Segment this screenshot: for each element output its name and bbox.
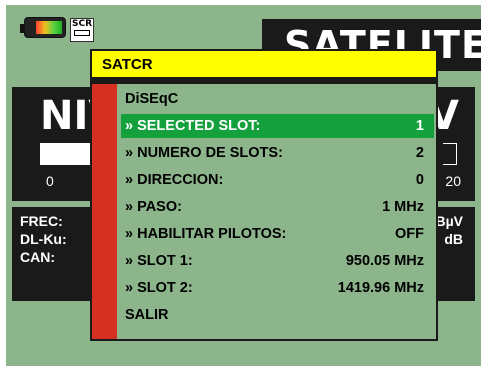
menu-item-label: SALIR xyxy=(125,307,169,323)
freq-label: FREC: xyxy=(20,213,63,229)
menu-item-value: 1 xyxy=(415,118,424,134)
menu-item-diseqc[interactable]: DiSEqC xyxy=(121,87,434,111)
scale-max-label: 20 xyxy=(445,173,461,189)
menu-item-value: 2 xyxy=(415,145,424,161)
menu-item-label: » SELECTED SLOT: xyxy=(125,118,261,134)
menu-item-slot-1[interactable]: » SLOT 1: 950.05 MHz xyxy=(121,249,434,273)
menu-item-salir[interactable]: SALIR xyxy=(121,303,434,327)
menu-item-value: OFF xyxy=(395,226,424,242)
scr-indicator: SCR xyxy=(70,18,94,42)
menu-item-paso[interactable]: » PASO: 1 MHz xyxy=(121,195,434,219)
scale-min-label: 0 xyxy=(46,173,54,189)
menu-item-habilitar-pilotos[interactable]: » HABILITAR PILOTOS: OFF xyxy=(121,222,434,246)
menu-item-label: DiSEqC xyxy=(125,91,179,107)
menu-item-value: 0 xyxy=(415,172,424,188)
menu-item-value: 1 MHz xyxy=(382,199,424,215)
instrument-screen: SCR SATELITE NIV V 0 20 FREC: DL-Ku: CAN… xyxy=(6,5,481,366)
scr-label: SCR xyxy=(71,19,93,29)
menu-item-direccion[interactable]: » DIRECCION: 0 xyxy=(121,168,434,192)
battery-icon xyxy=(20,17,66,38)
channel-label: CAN: xyxy=(20,249,55,265)
scr-port-icon xyxy=(74,30,90,36)
menu-item-selected-slot[interactable]: » SELECTED SLOT: 1 xyxy=(121,114,434,138)
menu-item-label: » SLOT 2: xyxy=(125,280,193,296)
dl-ku-label: DL-Ku: xyxy=(20,231,67,247)
menu-title: SATCR xyxy=(92,51,436,79)
menu-body: DiSEqC » SELECTED SLOT: 1 » NUMERO DE SL… xyxy=(92,84,436,339)
menu-item-label: » HABILITAR PILOTOS: xyxy=(125,226,287,242)
satcr-menu: SATCR DiSEqC » SELECTED SLOT: 1 » NUMERO… xyxy=(90,49,438,341)
menu-item-value: 1419.96 MHz xyxy=(337,280,424,296)
menu-item-label: » NUMERO DE SLOTS: xyxy=(125,145,283,161)
menu-item-label: » SLOT 1: xyxy=(125,253,193,269)
menu-item-label: » PASO: xyxy=(125,199,182,215)
menu-item-value: 950.05 MHz xyxy=(345,253,424,269)
menu-item-label: » DIRECCION: xyxy=(125,172,224,188)
menu-item-slot-2[interactable]: » SLOT 2: 1419.96 MHz xyxy=(121,276,434,300)
level-bar-end xyxy=(443,143,457,165)
menu-side-bar xyxy=(92,84,117,339)
db-unit-label: dB xyxy=(444,231,463,247)
menu-item-numero-de-slots[interactable]: » NUMERO DE SLOTS: 2 xyxy=(121,141,434,165)
